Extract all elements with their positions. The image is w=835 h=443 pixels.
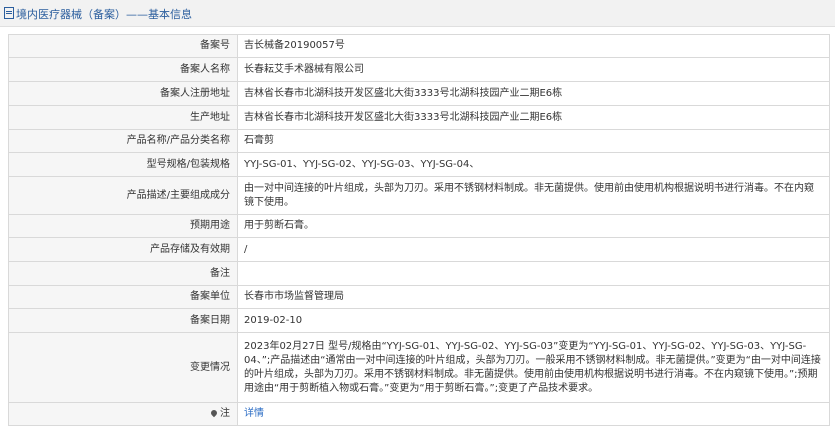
field-label: 备案单位 xyxy=(8,285,238,309)
field-value: 用于剪断石膏。 xyxy=(237,214,830,238)
field-value: 2023年02月27日 型号/规格由“YYJ-SG-01、YYJ-SG-02、Y… xyxy=(237,332,830,403)
field-label: 备案日期 xyxy=(8,308,238,333)
document-icon xyxy=(4,7,14,19)
note-label: 注 xyxy=(220,408,230,419)
field-value: / xyxy=(237,237,830,262)
info-row: 备案单位 长春市市场监督管理局 xyxy=(8,285,830,309)
info-row: 备注 xyxy=(8,261,830,286)
field-label: 备案号 xyxy=(8,34,238,58)
details-link[interactable]: 详情 xyxy=(244,408,264,419)
field-value: 吉林省长春市北湖科技开发区盛北大街3333号北湖科技园产业二期E6栋 xyxy=(237,81,830,106)
field-label: 产品存储及有效期 xyxy=(8,237,238,262)
info-row: 备案号 吉长械备20190057号 xyxy=(8,34,830,58)
note-row: 注 详情 xyxy=(8,402,830,426)
info-row: 产品名称/产品分类名称 石膏剪 xyxy=(8,129,830,153)
field-label: 产品描述/主要组成成分 xyxy=(8,176,238,215)
note-label-cell: 注 xyxy=(8,402,238,426)
field-label: 型号规格/包装规格 xyxy=(8,152,238,177)
field-value xyxy=(237,261,830,286)
info-row: 产品存储及有效期 / xyxy=(8,237,830,262)
page-title-text: 境内医疗器械（备案）——基本信息 xyxy=(16,8,192,21)
field-value: 石膏剪 xyxy=(237,129,830,153)
info-row: 备案人注册地址 吉林省长春市北湖科技开发区盛北大街3333号北湖科技园产业二期E6… xyxy=(8,81,830,106)
info-table-body: 备案号 吉长械备20190057号 备案人名称 长春耘艾手术器械有限公司 备案人注册地址… xyxy=(8,34,830,426)
field-label: 备注 xyxy=(8,261,238,286)
info-row: 产品描述/主要组成成分 由一对中间连接的叶片组成，头部为刀刃。采用不锈钢材料制成。… xyxy=(8,176,830,215)
field-value: 吉长械备20190057号 xyxy=(237,34,830,58)
field-label: 预期用途 xyxy=(8,214,238,238)
field-label: 变更情况 xyxy=(8,332,238,403)
info-row: 预期用途 用于剪断石膏。 xyxy=(8,214,830,238)
location-pin-icon xyxy=(209,408,219,418)
field-value: 长春耘艾手术器械有限公司 xyxy=(237,57,830,82)
field-value: 由一对中间连接的叶片组成，头部为刀刃。采用不锈钢材料制成。非无菌提供。使用前由使… xyxy=(237,176,830,215)
field-value: 2019-02-10 xyxy=(237,308,830,333)
field-value: 长春市市场监督管理局 xyxy=(237,285,830,309)
field-value: YYJ-SG-01、YYJ-SG-02、YYJ-SG-03、YYJ-SG-04、 xyxy=(237,152,830,177)
field-label: 备案人注册地址 xyxy=(8,81,238,106)
title-bar: 境内医疗器械（备案）——基本信息 xyxy=(0,0,835,27)
field-value: 吉林省长春市北湖科技开发区盛北大街3333号北湖科技园产业二期E6栋 xyxy=(237,105,830,130)
info-row: 备案日期 2019-02-10 xyxy=(8,308,830,333)
info-table: 备案号 吉长械备20190057号 备案人名称 长春耘艾手术器械有限公司 备案人注册地址… xyxy=(8,34,830,426)
field-label: 产品名称/产品分类名称 xyxy=(8,129,238,153)
info-row: 变更情况 2023年02月27日 型号/规格由“YYJ-SG-01、YYJ-SG-… xyxy=(8,332,830,403)
info-row: 生产地址 吉林省长春市北湖科技开发区盛北大街3333号北湖科技园产业二期E6栋 xyxy=(8,105,830,130)
page-title: 境内医疗器械（备案）——基本信息 xyxy=(4,6,192,22)
info-row: 备案人名称 长春耘艾手术器械有限公司 xyxy=(8,57,830,82)
info-row: 型号规格/包装规格 YYJ-SG-01、YYJ-SG-02、YYJ-SG-03、Y… xyxy=(8,152,830,177)
note-value-cell: 详情 xyxy=(237,402,830,426)
field-label: 生产地址 xyxy=(8,105,238,130)
field-label: 备案人名称 xyxy=(8,57,238,82)
